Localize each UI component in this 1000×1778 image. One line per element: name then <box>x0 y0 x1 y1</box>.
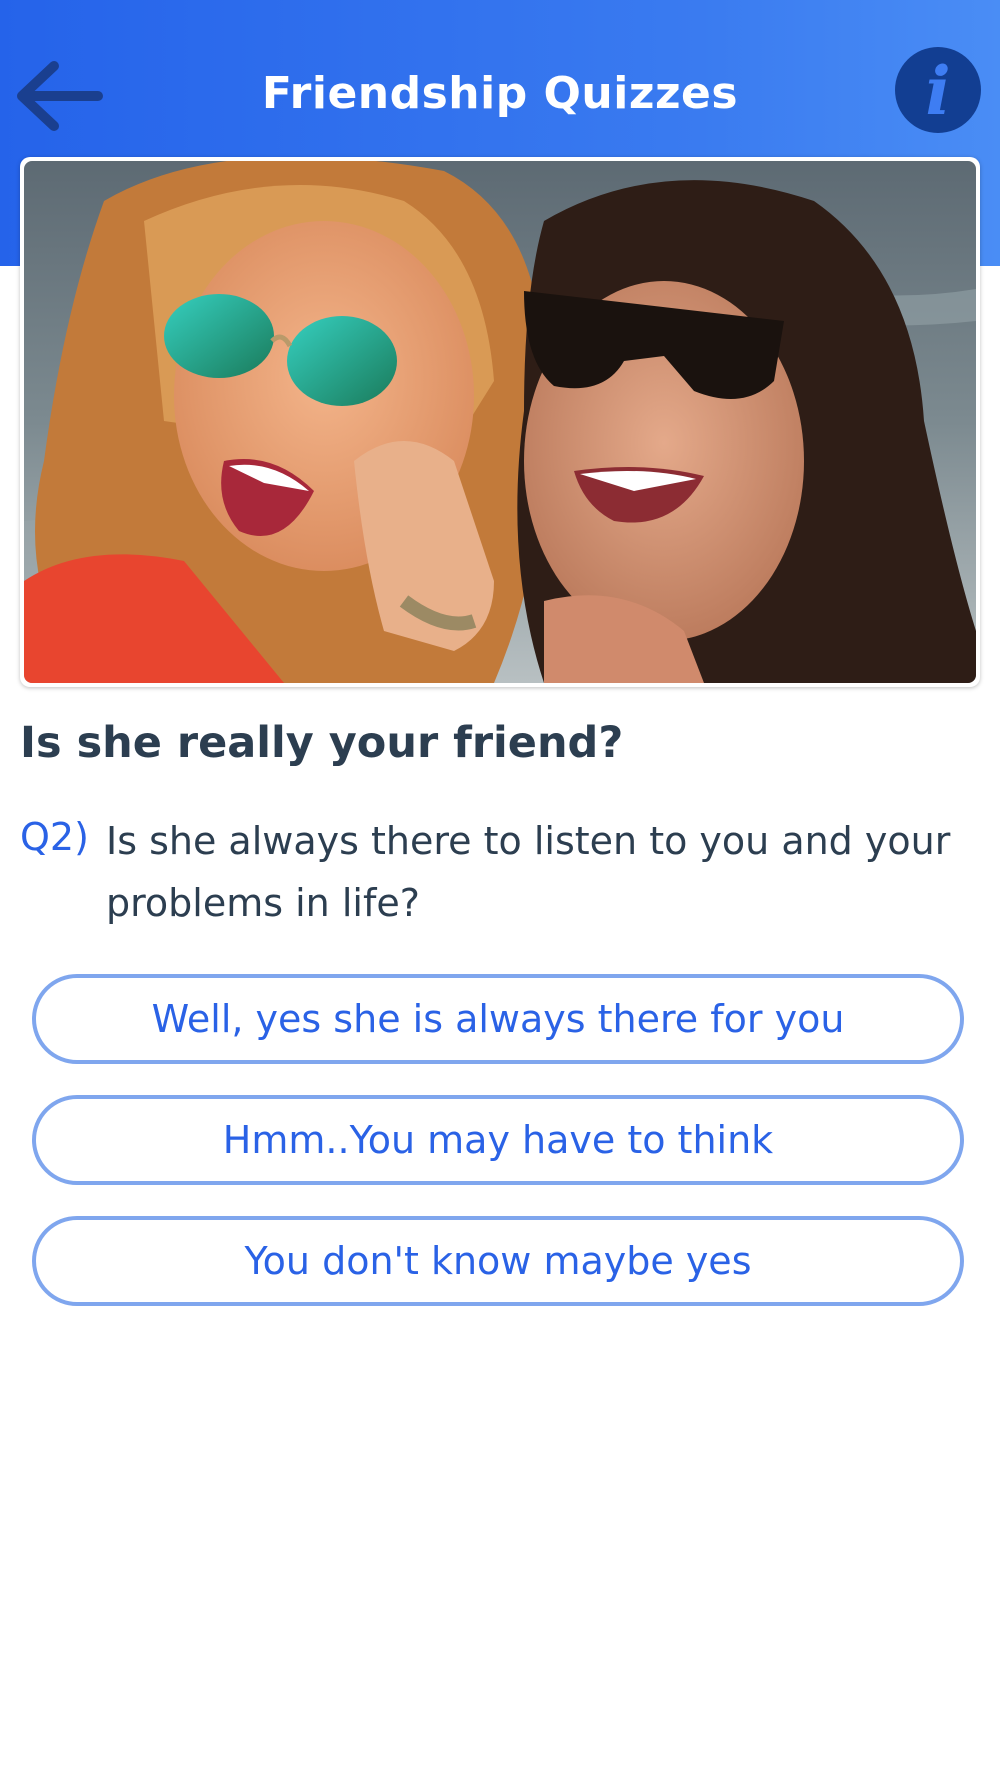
info-icon: i <box>925 52 951 130</box>
quiz-title: Is she really your friend? <box>20 718 624 768</box>
info-button[interactable]: i <box>895 47 981 133</box>
answer-option-1[interactable]: Well, yes she is always there for you <box>32 974 964 1064</box>
page-title: Friendship Quizzes <box>261 68 739 119</box>
question-number: Q2) <box>20 815 89 859</box>
quiz-image-card <box>20 157 980 687</box>
question-text: Is she always there to listen to you and… <box>106 819 951 925</box>
friends-photo <box>24 161 976 683</box>
answer-option-3[interactable]: You don't know maybe yes <box>32 1216 964 1306</box>
answer-option-2[interactable]: Hmm..You may have to think <box>32 1095 964 1185</box>
